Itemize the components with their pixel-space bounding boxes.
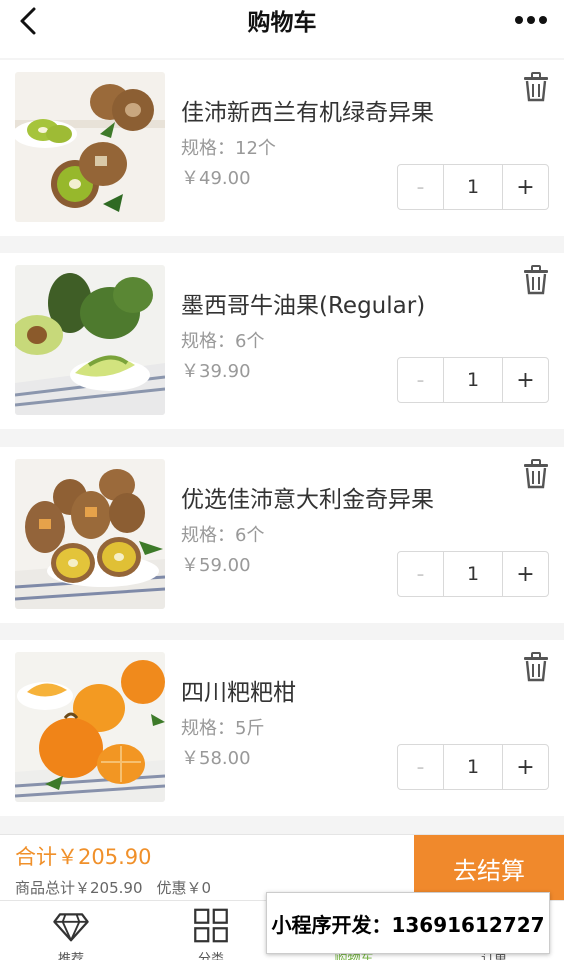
- more-dots-icon[interactable]: [514, 13, 548, 27]
- trash-icon[interactable]: [522, 72, 550, 102]
- decrease-button[interactable]: -: [398, 552, 444, 596]
- cart-total: 合计￥205.90: [15, 845, 152, 869]
- page-title: 购物车: [247, 10, 317, 36]
- golden-kiwi-photo[interactable]: [15, 459, 165, 609]
- green-kiwi-photo[interactable]: [15, 72, 165, 222]
- decrease-button[interactable]: -: [398, 745, 444, 789]
- product-price: ￥49.00: [181, 168, 251, 189]
- tab-label: 分类: [197, 952, 224, 960]
- product-price: ￥39.90: [181, 361, 251, 382]
- discount-amount: 优惠￥0: [156, 879, 212, 897]
- product-spec: 规格：5斤: [181, 718, 265, 739]
- quantity-value[interactable]: 1: [444, 745, 502, 789]
- increase-button[interactable]: +: [502, 745, 548, 789]
- contact-watermark: 小程序开发：13691612727: [266, 892, 550, 954]
- quantity-value[interactable]: 1: [444, 552, 502, 596]
- quantity-stepper: - 1 +: [397, 357, 549, 403]
- diamond-icon: [53, 913, 89, 942]
- orange-photo[interactable]: [15, 652, 165, 802]
- checkout-bar: 合计￥205.90 商品总计￥205.90 优惠￥0 去结算: [0, 834, 564, 901]
- product-name[interactable]: 墨西哥牛油果(Regular): [181, 286, 425, 320]
- product-spec: 规格：6个: [181, 331, 265, 352]
- quantity-stepper: - 1 +: [397, 164, 549, 210]
- avocado-photo[interactable]: [15, 265, 165, 415]
- quantity-stepper: - 1 +: [397, 744, 549, 790]
- quantity-value[interactable]: 1: [444, 165, 502, 209]
- grid-icon: [194, 908, 228, 943]
- quantity-stepper: - 1 +: [397, 551, 549, 597]
- quantity-value[interactable]: 1: [444, 358, 502, 402]
- product-name[interactable]: 四川粑粑柑: [181, 673, 296, 707]
- product-name[interactable]: 优选佳沛意大利金奇异果: [181, 480, 434, 514]
- tab-label: 推荐: [57, 952, 84, 960]
- product-spec: 规格：6个: [181, 525, 265, 546]
- product-price: ￥58.00: [181, 748, 251, 769]
- trash-icon[interactable]: [522, 265, 550, 295]
- product-price: ￥59.00: [181, 555, 251, 576]
- decrease-button[interactable]: -: [398, 358, 444, 402]
- cart-item: 四川粑粑柑 规格：5斤 ￥58.00 - 1 +: [0, 640, 564, 816]
- cart-item: 优选佳沛意大利金奇异果 规格：6个 ￥59.00 - 1 +: [0, 447, 564, 623]
- decrease-button[interactable]: -: [398, 165, 444, 209]
- trash-icon[interactable]: [522, 459, 550, 489]
- cart-item: 墨西哥牛油果(Regular) 规格：6个 ￥39.90 - 1 +: [0, 253, 564, 429]
- tab-category[interactable]: 分类: [161, 907, 261, 960]
- product-name[interactable]: 佳沛新西兰有机绿奇异果: [181, 93, 434, 127]
- goods-total: 商品总计￥205.90: [15, 879, 143, 897]
- increase-button[interactable]: +: [502, 358, 548, 402]
- tab-recommend[interactable]: 推荐: [21, 907, 121, 960]
- trash-icon[interactable]: [522, 652, 550, 682]
- increase-button[interactable]: +: [502, 165, 548, 209]
- cart-subtotal: 商品总计￥205.90 优惠￥0: [15, 877, 211, 898]
- product-spec: 规格：12个: [181, 138, 276, 159]
- nav-bar: 购物车: [0, 0, 564, 58]
- increase-button[interactable]: +: [502, 552, 548, 596]
- cart-item: 佳沛新西兰有机绿奇异果 规格：12个 ￥49.00 - 1 +: [0, 60, 564, 236]
- chevron-left-icon[interactable]: [14, 6, 44, 36]
